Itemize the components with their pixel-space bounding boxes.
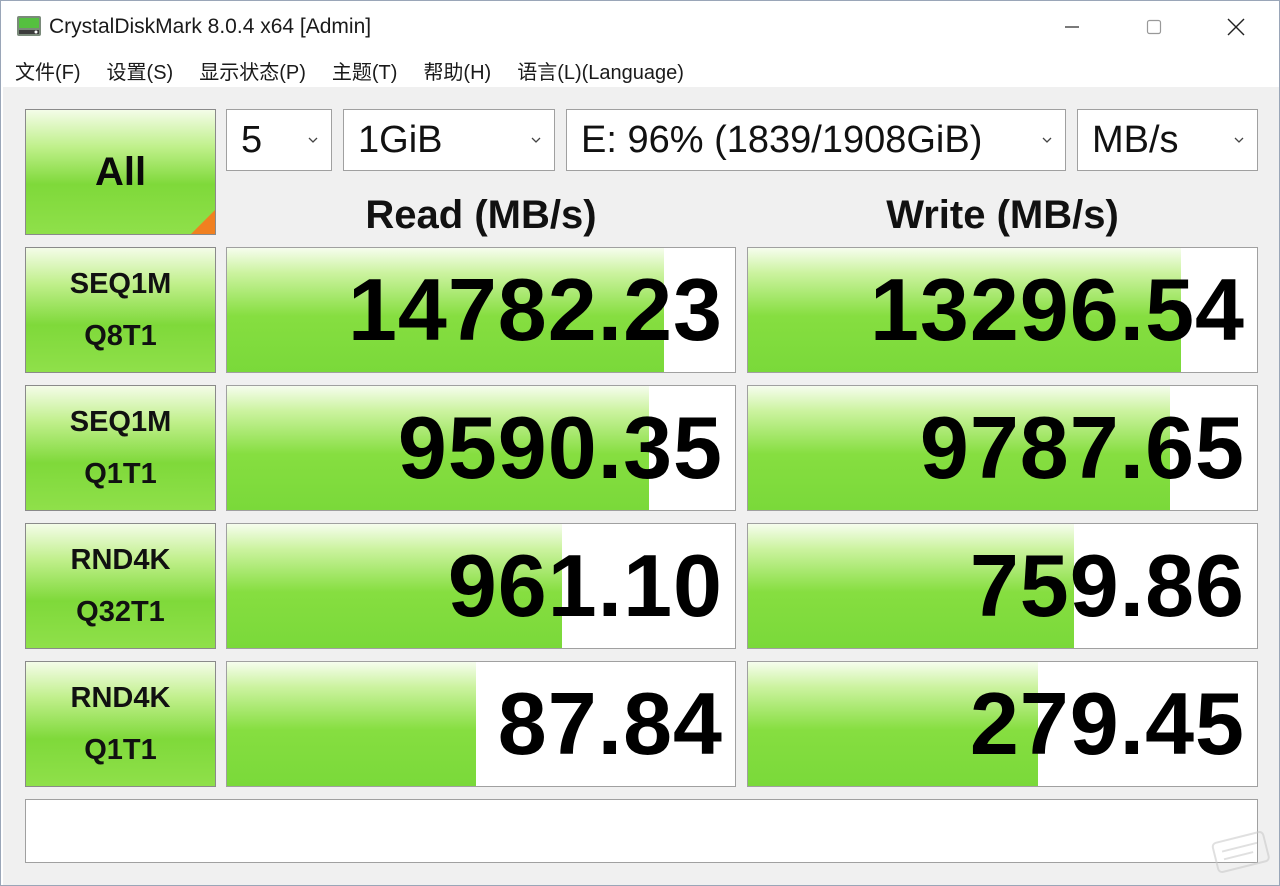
read-result-rnd4k-q1t1: 87.84	[226, 661, 736, 787]
write-value: 9787.65	[919, 398, 1245, 497]
menu-language[interactable]: 语言(L)(Language)	[517, 56, 684, 85]
comment-input[interactable]	[25, 799, 1258, 863]
close-button[interactable]	[1195, 1, 1277, 53]
test-button-rnd4k-q1t1[interactable]: RND4K Q1T1	[25, 661, 216, 787]
minimize-icon	[1065, 26, 1079, 28]
maximize-icon	[1146, 19, 1162, 35]
unit-value: MB/s	[1092, 118, 1179, 161]
test-button-rnd4k-q32t1[interactable]: RND4K Q32T1	[25, 523, 216, 649]
chevron-down-icon	[1234, 137, 1244, 143]
read-value: 9590.35	[397, 398, 723, 497]
menu-file[interactable]: 文件(F)	[15, 56, 81, 85]
drive-select[interactable]: E: 96% (1839/1908GiB)	[566, 109, 1066, 171]
write-result-seq1m-q1t1: 9787.65	[747, 385, 1258, 511]
chevron-down-icon	[308, 137, 318, 143]
read-value: 87.84	[497, 674, 723, 773]
test-label-line2: Q1T1	[84, 734, 157, 766]
window-title: CrystalDiskMark 8.0.4 x64 [Admin]	[49, 15, 372, 38]
menu-profile[interactable]: 显示状态(P)	[199, 56, 306, 85]
test-label-line1: RND4K	[70, 682, 171, 714]
write-value: 279.45	[969, 674, 1245, 773]
test-button-seq1m-q1t1[interactable]: SEQ1M Q1T1	[25, 385, 216, 511]
all-button[interactable]: All	[25, 109, 216, 235]
minimize-button[interactable]	[1031, 1, 1113, 53]
read-result-seq1m-q1t1: 9590.35	[226, 385, 736, 511]
test-label-line2: Q1T1	[84, 458, 157, 490]
read-result-seq1m-q8t1: 14782.23	[226, 247, 736, 373]
test-size-value: 1GiB	[358, 118, 443, 161]
read-result-rnd4k-q32t1: 961.10	[226, 523, 736, 649]
corner-marker-icon	[191, 210, 215, 234]
write-result-rnd4k-q32t1: 759.86	[747, 523, 1258, 649]
test-label-line2: Q8T1	[84, 320, 157, 352]
all-button-label: All	[94, 149, 147, 194]
write-result-rnd4k-q1t1: 279.45	[747, 661, 1258, 787]
menu-help[interactable]: 帮助(H)	[423, 56, 491, 85]
read-bar	[227, 662, 476, 786]
read-value: 961.10	[447, 536, 723, 635]
test-count-select[interactable]: 5	[226, 109, 332, 171]
write-column-header: Write (MB/s)	[886, 193, 1119, 237]
test-label-line2: Q32T1	[76, 596, 165, 628]
drive-value: E: 96% (1839/1908GiB)	[581, 118, 983, 161]
app-window: CrystalDiskMark 8.0.4 x64 [Admin] 文件(F) …	[0, 0, 1280, 886]
test-size-select[interactable]: 1GiB	[343, 109, 555, 171]
chevron-down-icon	[531, 137, 541, 143]
read-column-header: Read (MB/s)	[365, 193, 597, 237]
maximize-button[interactable]	[1113, 1, 1195, 53]
test-label-line1: SEQ1M	[69, 406, 172, 438]
write-value: 13296.54	[869, 260, 1245, 359]
menu-theme[interactable]: 主题(T)	[332, 56, 398, 85]
title-bar[interactable]: CrystalDiskMark 8.0.4 x64 [Admin]	[1, 1, 1279, 53]
write-value: 759.86	[969, 536, 1245, 635]
menu-bar: 文件(F) 设置(S) 显示状态(P) 主题(T) 帮助(H) 语言(L)(La…	[1, 53, 1279, 87]
close-icon	[1227, 18, 1245, 36]
test-button-seq1m-q8t1[interactable]: SEQ1M Q8T1	[25, 247, 216, 373]
write-result-seq1m-q8t1: 13296.54	[747, 247, 1258, 373]
unit-select[interactable]: MB/s	[1077, 109, 1258, 171]
chevron-down-icon	[1042, 137, 1052, 143]
test-label-line1: SEQ1M	[69, 268, 172, 300]
test-label-line1: RND4K	[70, 544, 171, 576]
main-panel: All 5 1GiB E: 96% (1839/1908GiB) MB/s Re…	[3, 87, 1279, 885]
menu-settings[interactable]: 设置(S)	[107, 56, 174, 85]
read-value: 14782.23	[347, 260, 723, 359]
disk-app-icon	[15, 12, 43, 40]
test-count-value: 5	[241, 118, 263, 161]
